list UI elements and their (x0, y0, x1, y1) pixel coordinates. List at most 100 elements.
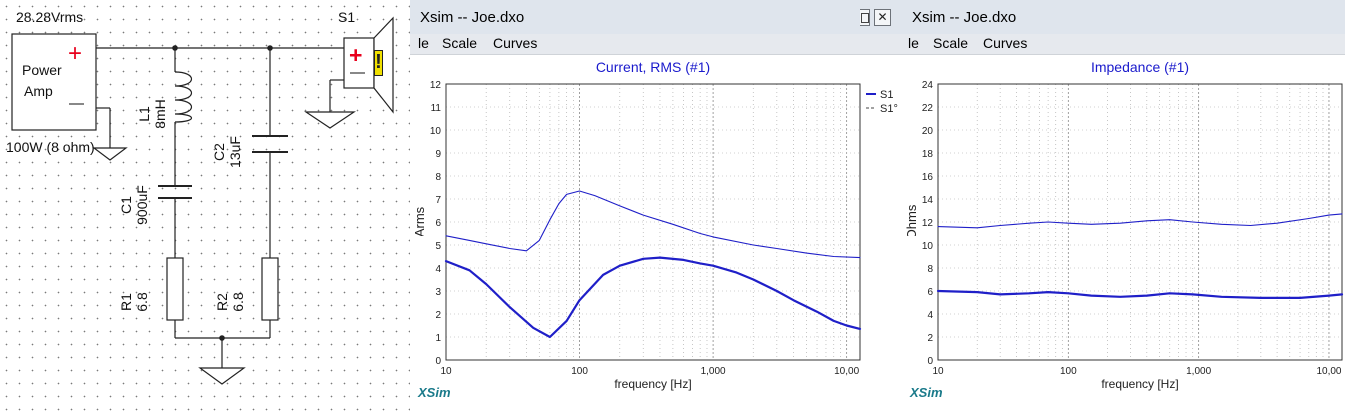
resistor-r2[interactable] (261, 257, 279, 321)
current-chart: 012345678910111210 100 1,000 10,00Current, … (412, 59, 898, 400)
y-tick-label: 11 (431, 103, 442, 114)
y-tick-label: 8 (435, 172, 441, 183)
restore-button[interactable] (860, 9, 870, 26)
y-tick-label: 10 (922, 241, 934, 252)
xsim-window-impedance[interactable]: Xsim -- Joe.dxo le Scale Curves 0 2 4 6 8 10 1… (902, 0, 1345, 412)
window-title: Xsim -- Joe.dxo (912, 9, 1017, 26)
y-tick-label: 14 (922, 195, 934, 206)
component-value: 6.8 (134, 292, 150, 312)
title-bar[interactable]: Xsim -- Joe.dxo (902, 0, 1345, 35)
close-icon: ✕ (877, 10, 888, 24)
component-value: 6.8 (230, 292, 246, 312)
component-ref: L1 (136, 106, 152, 122)
menu-scale[interactable]: Scale (442, 35, 477, 51)
amp-minus-terminal: — (69, 95, 84, 112)
title-bar[interactable]: Xsim -- Joe.dxo ✕ (410, 0, 902, 35)
component-value: 8mH (152, 99, 168, 129)
x-tick-label: 10 (440, 366, 452, 377)
menu-bar: le Scale Curves (410, 34, 902, 55)
x-tick-label: 1,000 (701, 366, 726, 377)
component-ref: R1 (118, 293, 134, 311)
series-line (936, 289, 1344, 299)
y-tick-label: 8 (927, 264, 933, 275)
y-tick-label: 12 (922, 218, 934, 229)
menu-file[interactable]: le (418, 35, 429, 51)
y-tick-label: 20 (922, 126, 934, 137)
y-tick-label: 18 (922, 149, 934, 160)
xsim-window-current[interactable]: Xsim -- Joe.dxo ✕ le Scale Curves 012345… (410, 0, 902, 412)
source-voltage-label: 28.28Vrms (16, 9, 84, 25)
amp-plus-terminal: + (68, 40, 83, 67)
ground-symbol (92, 147, 128, 161)
ground-symbol (304, 111, 356, 129)
component-ref: R2 (214, 293, 230, 311)
y-tick-label: 5 (435, 241, 441, 252)
y-tick-label: 1 (435, 333, 441, 344)
x-tick-label: 1,000 (1186, 366, 1211, 377)
component-label-l1: L1 8mH (136, 84, 168, 144)
x-tick-label: 10 (932, 366, 944, 377)
component-label-r2: R2 6.8 (214, 277, 246, 327)
y-tick-label: 22 (922, 103, 934, 114)
ground-symbol (198, 367, 246, 385)
y-tick-label: 6 (435, 218, 441, 229)
window-title: Xsim -- Joe.dxo (420, 9, 525, 26)
chart-title: Impedance (#1) (1091, 59, 1189, 75)
close-button[interactable]: ✕ (874, 9, 891, 26)
x-tick-label: 100 (571, 366, 588, 377)
x-tick-label: 10,00 (834, 366, 859, 377)
component-ref: C1 (118, 196, 134, 214)
y-tick-label: 4 (927, 310, 933, 321)
amp-label-line2: Amp (24, 83, 53, 99)
component-label-c2: C2 13uF (211, 117, 243, 187)
component-label-r1: R1 6.8 (118, 277, 150, 327)
y-tick-label: 24 (922, 80, 934, 91)
x-axis-label: frequency [Hz] (1101, 377, 1178, 391)
legend-label: S1° (880, 103, 898, 115)
amp-label-line1: Power (22, 62, 62, 78)
warning-icon[interactable]: ! (374, 50, 383, 76)
inductor-l1[interactable] (174, 71, 193, 123)
y-axis-label: Arms (412, 206, 427, 237)
y-tick-label: 10 (430, 126, 442, 137)
series-line (444, 256, 862, 339)
y-tick-label: 3 (435, 287, 441, 298)
y-tick-label: 6 (927, 287, 933, 298)
menu-curves[interactable]: Curves (493, 35, 537, 51)
speaker-name-label: S1 (338, 9, 356, 25)
y-tick-label: 4 (435, 264, 441, 275)
plot-area[interactable]: 0 1 2 3 4 5 6 7 8 9 10 11 12 10 100 1,000 10,00 Current, … (410, 55, 902, 412)
impedance-chart: 02468101214161820222410 100 1,000 10,00Impe… (904, 59, 1344, 400)
warning-mark: ! (375, 51, 382, 73)
y-tick-label: 7 (435, 195, 441, 206)
y-tick-label: 16 (922, 172, 934, 183)
component-value: 13uF (227, 136, 243, 168)
power-amp-box[interactable] (11, 33, 97, 131)
menu-bar: le Scale Curves (902, 34, 1345, 55)
chart-title: Current, RMS (#1) (596, 59, 710, 75)
plot-area[interactable]: 0 2 4 6 8 10 12 14 16 18 20 22 24 10 100 1,000 10,00 Impe… (902, 55, 1345, 412)
menu-file[interactable]: le (908, 35, 919, 51)
x-axis-label: frequency [Hz] (614, 377, 691, 391)
series-line (445, 190, 861, 259)
y-tick-label: 9 (435, 149, 441, 160)
xsim-watermark: XSim (417, 385, 451, 400)
component-ref: C2 (211, 143, 227, 161)
series-line (937, 213, 1343, 229)
menu-scale[interactable]: Scale (933, 35, 968, 51)
plot-frame (445, 83, 861, 361)
resistor-r1[interactable] (166, 257, 184, 321)
component-label-c1: C1 900uF (118, 165, 150, 245)
legend-label: S1 (880, 89, 893, 101)
y-tick-label: 2 (927, 333, 933, 344)
x-tick-label: 10,00 (1316, 366, 1341, 377)
y-tick-label: 2 (435, 310, 441, 321)
component-value: 900uF (134, 185, 150, 225)
schematic-canvas[interactable]: 28.28Vrms Power Amp + — 100W (8 ohm) S1 … (0, 0, 410, 412)
xsim-watermark: XSim (909, 385, 943, 400)
x-tick-label: 100 (1060, 366, 1077, 377)
y-tick-label: 12 (430, 80, 442, 91)
y-axis-label: Ohms (904, 204, 919, 239)
restore-icon (860, 13, 869, 23)
menu-curves[interactable]: Curves (983, 35, 1027, 51)
